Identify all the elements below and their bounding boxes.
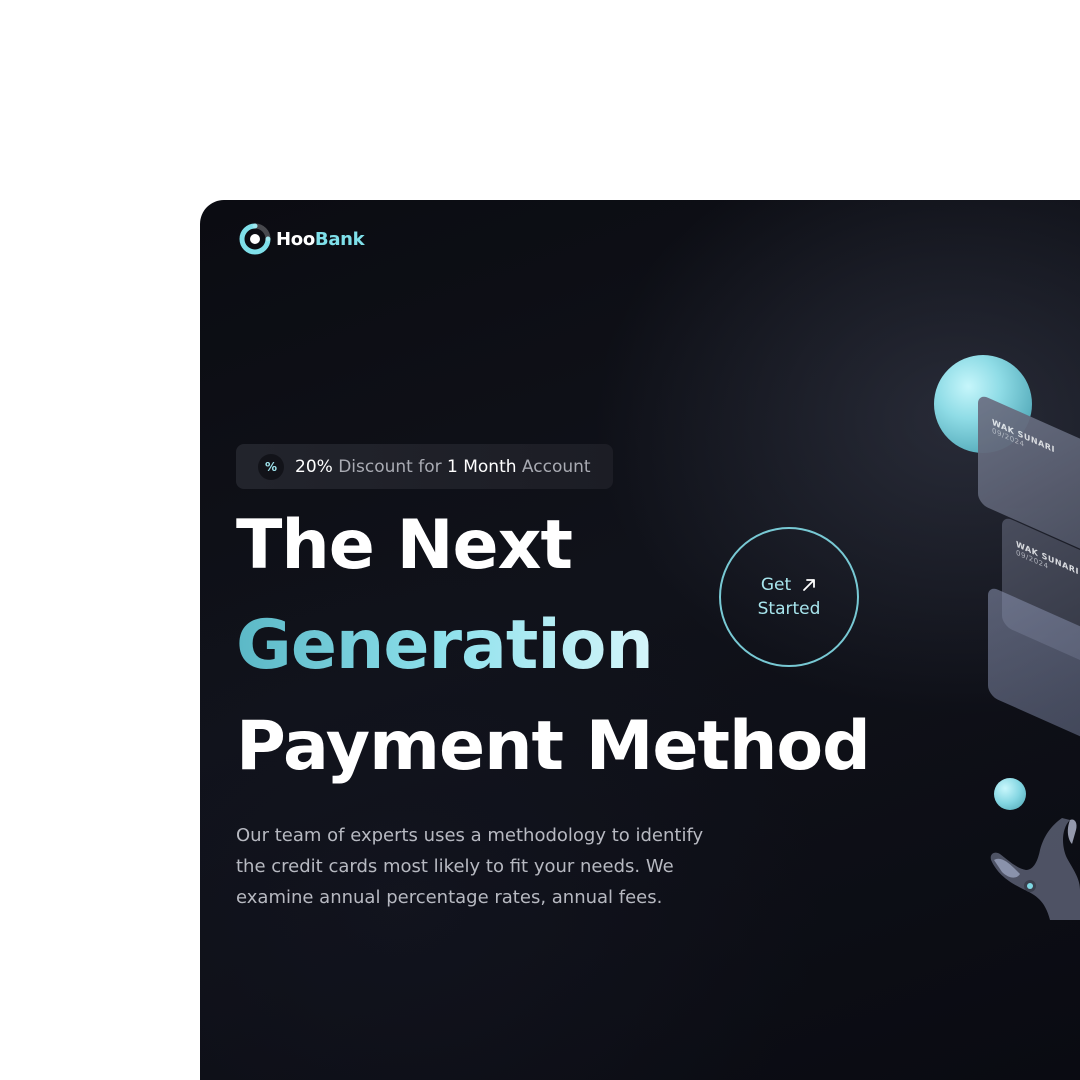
hero-section: HooBank % 20% Discount for 1 Month Accou…: [200, 200, 1080, 1080]
logo-text: HooBank: [276, 228, 365, 250]
logo[interactable]: HooBank: [238, 222, 365, 256]
discount-duration: 1 Month: [447, 456, 517, 477]
headline-line-1: The Next: [236, 506, 573, 585]
cta-label-line-2: Started: [757, 599, 821, 619]
get-started-button[interactable]: Get Started: [719, 527, 859, 667]
discount-badge: % 20% Discount for 1 Month Account: [236, 444, 613, 489]
discount-suffix: Account: [516, 456, 591, 477]
headline-line-2: Generation: [236, 606, 654, 685]
hero-description: Our team of experts uses a methodology t…: [236, 825, 704, 908]
robot-hand-illustration: [990, 818, 1080, 920]
logo-icon: [239, 223, 271, 255]
headline-line-3: Payment Method: [236, 707, 871, 786]
discount-text: Discount for: [332, 456, 448, 477]
cta-label-line-1: Get: [760, 575, 792, 595]
discount-percent: 20%: [295, 456, 333, 477]
arrow-up-right-icon: [803, 579, 816, 591]
percent-icon: %: [258, 453, 284, 480]
